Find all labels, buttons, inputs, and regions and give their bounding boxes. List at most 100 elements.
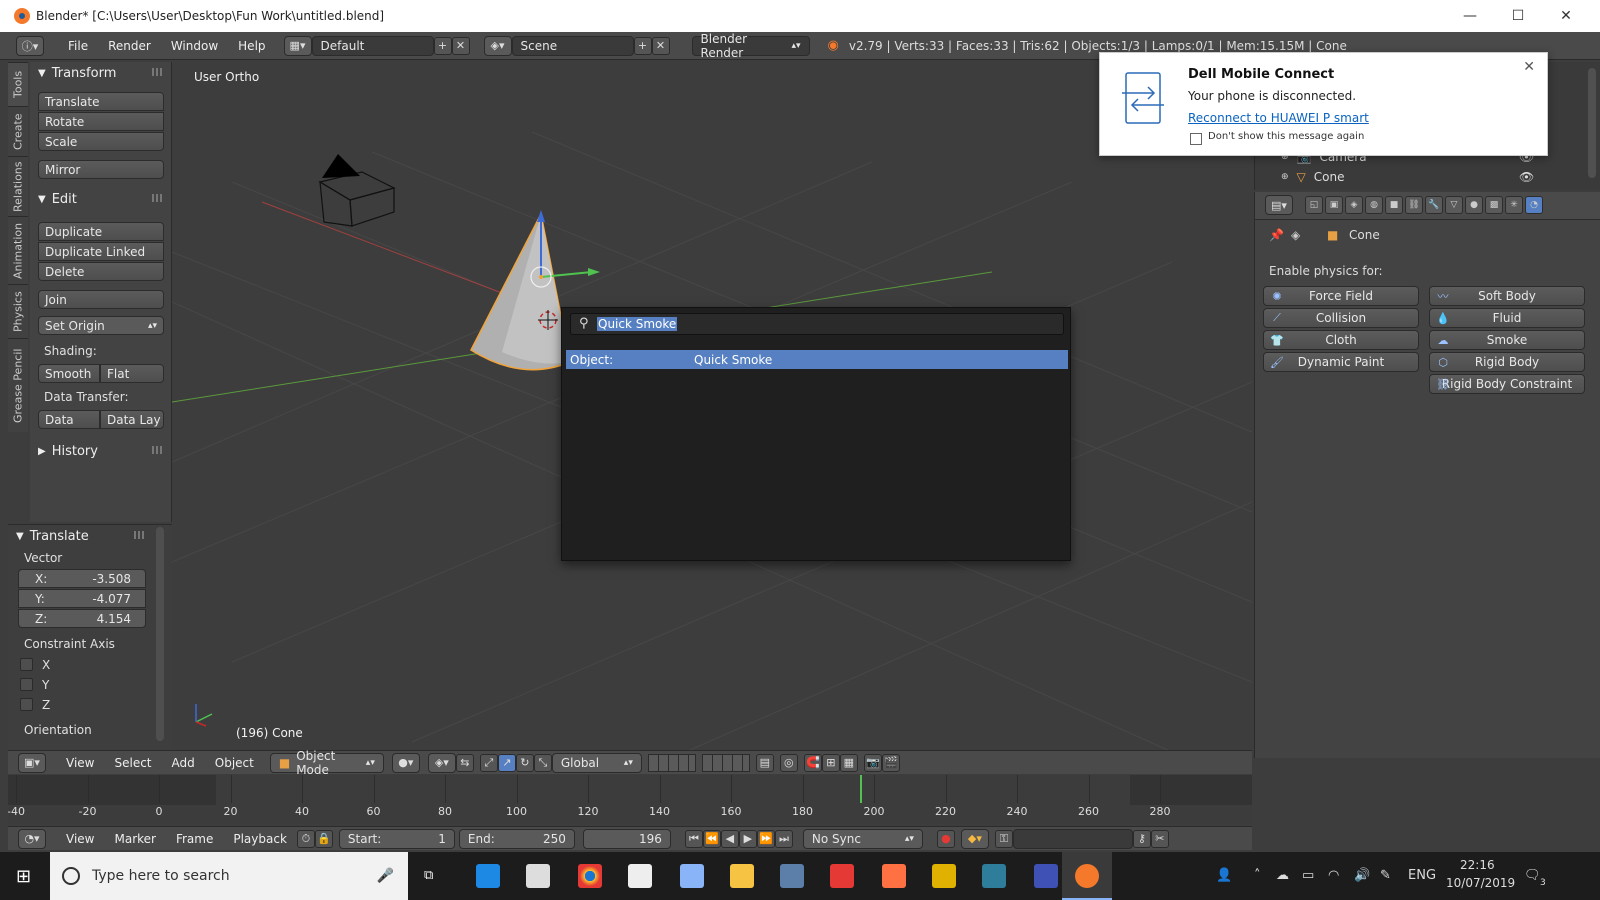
- mail-icon[interactable]: [628, 864, 652, 888]
- visibility-eye-icon[interactable]: 👁: [1519, 170, 1534, 184]
- microphone-icon[interactable]: 🎤: [377, 868, 394, 884]
- keying-set-field[interactable]: [1012, 828, 1133, 849]
- render-still-icon[interactable]: 📷: [863, 753, 882, 772]
- menu-marker[interactable]: Marker: [104, 832, 165, 846]
- vector-z-field[interactable]: Z: 4.154: [18, 609, 146, 628]
- minimize-button[interactable]: —: [1446, 0, 1494, 32]
- show-hidden-icons[interactable]: ˄: [1254, 868, 1261, 883]
- screen-layout-field[interactable]: Default: [311, 35, 434, 56]
- manipulator-toggle-icon[interactable]: ⤢: [479, 753, 498, 772]
- norton-icon[interactable]: [932, 864, 956, 888]
- translate-manipulator-icon[interactable]: ↗: [497, 753, 516, 772]
- cloth-button[interactable]: 👕 Cloth: [1263, 330, 1419, 350]
- remove-scene-icon[interactable]: ✕: [651, 36, 670, 55]
- display-app-icon[interactable]: [982, 864, 1006, 888]
- expand-plus-icon[interactable]: ⊕: [1281, 172, 1289, 182]
- menu-help[interactable]: Help: [228, 39, 275, 53]
- play-icon[interactable]: ▶: [738, 829, 757, 848]
- pen-icon[interactable]: ✎: [1380, 868, 1391, 883]
- edit-panel-header[interactable]: ▼ Edit: [30, 188, 172, 210]
- edge-browser-icon[interactable]: [476, 864, 500, 888]
- menu-timeline-view[interactable]: View: [56, 832, 104, 846]
- jump-keyframe-forward-icon[interactable]: ⏩: [756, 829, 775, 848]
- snap-target-icon[interactable]: ▦: [839, 753, 858, 772]
- jump-start-icon[interactable]: ⏮: [684, 829, 703, 848]
- data-tab-icon[interactable]: ▽: [1445, 196, 1463, 214]
- fluid-button[interactable]: 💧 Fluid: [1429, 308, 1585, 328]
- editor-type-3d-icon[interactable]: ▣▾: [18, 752, 46, 773]
- paint-icon[interactable]: [680, 864, 704, 888]
- translate-button[interactable]: Translate: [38, 92, 164, 111]
- world-tab-icon[interactable]: ◍: [1365, 196, 1383, 214]
- operator-search-input[interactable]: ⚲ Quick Smoke: [570, 313, 1064, 335]
- wifi-icon[interactable]: ◠: [1328, 868, 1339, 883]
- lock-range-icon[interactable]: 🔒: [314, 829, 333, 848]
- soft-body-button[interactable]: 〰 Soft Body: [1429, 286, 1585, 306]
- data-layout-button[interactable]: Data Lay: [100, 410, 164, 429]
- constraint-z-checkbox[interactable]: [20, 698, 33, 711]
- transform-orientation-dropdown[interactable]: Global ▴▾: [551, 752, 642, 773]
- action-center-icon[interactable]: 🗨: [1524, 868, 1541, 883]
- dont-show-checkbox[interactable]: [1190, 133, 1202, 145]
- constraints-tab-icon[interactable]: ⛓: [1405, 196, 1423, 214]
- current-frame-field[interactable]: 196: [582, 828, 671, 849]
- render-animation-icon[interactable]: 🎬: [881, 753, 900, 772]
- duplicate-button[interactable]: Duplicate: [38, 222, 164, 241]
- snap-toggle-icon[interactable]: 🧲: [803, 753, 822, 772]
- start-frame-field[interactable]: Start: 1: [338, 828, 455, 849]
- pivot-point-icon[interactable]: ◈▾: [427, 752, 456, 773]
- render-tab-icon[interactable]: ◱: [1305, 196, 1323, 214]
- smooth-button[interactable]: Smooth: [38, 364, 100, 383]
- modifiers-tab-icon[interactable]: 🔧: [1425, 196, 1443, 214]
- jump-keyframe-back-icon[interactable]: ⏪: [702, 829, 721, 848]
- particles-tab-icon[interactable]: ✳: [1505, 196, 1523, 214]
- drag-grip-icon[interactable]: [152, 194, 164, 202]
- layers-grid-b[interactable]: [701, 753, 750, 772]
- tab-tools[interactable]: Tools: [8, 62, 28, 106]
- tab-relations[interactable]: Relations: [8, 156, 28, 216]
- drag-grip-icon[interactable]: [134, 531, 146, 539]
- menu-select[interactable]: Select: [104, 756, 161, 770]
- rotate-button[interactable]: Rotate: [38, 112, 164, 131]
- render-layers-tab-icon[interactable]: ▣: [1325, 196, 1343, 214]
- keying-icon[interactable]: ◆▾: [960, 828, 989, 849]
- maximize-button[interactable]: ☐: [1494, 0, 1542, 32]
- smoke-button[interactable]: ☁ Smoke: [1429, 330, 1585, 350]
- join-button[interactable]: Join: [38, 290, 164, 309]
- editor-type-properties-icon[interactable]: ▤▾: [1265, 195, 1293, 215]
- task-view-icon[interactable]: ⧉: [424, 868, 433, 883]
- editor-type-timeline-icon[interactable]: ◔▾: [18, 828, 46, 849]
- tab-physics[interactable]: Physics: [8, 284, 28, 338]
- blogger-icon[interactable]: [882, 864, 906, 888]
- history-panel-header[interactable]: ▶ History: [30, 440, 172, 462]
- texture-tab-icon[interactable]: ▩: [1485, 196, 1503, 214]
- viewport-shading-icon[interactable]: ●▾: [391, 752, 420, 773]
- insert-keyframe-icon[interactable]: ⚷: [1132, 829, 1151, 848]
- preview-range-icon[interactable]: ⏱: [296, 829, 315, 848]
- redo-panel-header[interactable]: ▼ Translate: [8, 525, 154, 547]
- onedrive-icon[interactable]: ☁: [1276, 868, 1289, 883]
- language-indicator[interactable]: ENG: [1408, 868, 1436, 883]
- keying-set-icon[interactable]: ⚿: [994, 829, 1013, 848]
- redo-panel-scrollbar[interactable]: [156, 527, 164, 741]
- play-reverse-icon[interactable]: ◀: [720, 829, 739, 848]
- flat-button[interactable]: Flat: [100, 364, 164, 383]
- rigid-body-constraint-button[interactable]: ⛓ Rigid Body Constraint: [1429, 374, 1585, 394]
- object-tab-icon[interactable]: ■: [1385, 196, 1403, 214]
- jump-end-icon[interactable]: ⏭: [774, 829, 793, 848]
- notification-close-icon[interactable]: ✕: [1523, 59, 1535, 75]
- menu-frame[interactable]: Frame: [166, 832, 223, 846]
- vector-x-field[interactable]: X: -3.508: [18, 569, 146, 588]
- gmail-icon[interactable]: [830, 864, 854, 888]
- playhead-marker[interactable]: [859, 775, 862, 803]
- data-transfer-button[interactable]: Data: [38, 410, 100, 429]
- menu-playback[interactable]: Playback: [223, 832, 297, 846]
- drag-grip-icon[interactable]: [152, 68, 164, 76]
- volume-icon[interactable]: 🔊: [1354, 868, 1370, 883]
- remove-layout-icon[interactable]: ✕: [451, 36, 470, 55]
- menu-file[interactable]: File: [58, 39, 98, 53]
- file-explorer-icon[interactable]: [730, 864, 754, 888]
- scale-button[interactable]: Scale: [38, 132, 164, 151]
- physics-tab-icon[interactable]: ◔: [1525, 196, 1543, 214]
- unity-icon[interactable]: [1034, 864, 1058, 888]
